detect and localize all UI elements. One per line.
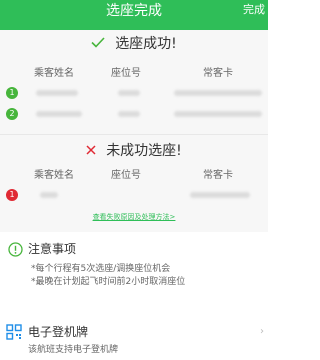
success-table-header: 乘客姓名 座位号 常客卡	[0, 67, 268, 81]
table-row: 2	[0, 107, 268, 121]
notes-line: *每个行程有5次选座/调换座位机会	[31, 264, 171, 274]
card-number-redacted	[190, 192, 250, 198]
info-circle-icon	[8, 242, 23, 257]
failure-reason-link[interactable]: 查看失败原因及处理方法>	[0, 212, 268, 222]
section-divider	[0, 134, 268, 135]
done-button[interactable]: 完成	[243, 1, 265, 19]
cross-icon	[86, 140, 96, 162]
chevron-right-icon: ›	[260, 326, 264, 337]
column-frequent-flyer-card: 常客卡	[203, 68, 233, 79]
notes-title: 注意事项	[28, 242, 77, 256]
failure-table-header: 乘客姓名 座位号 常客卡	[0, 169, 268, 183]
table-row: 1	[0, 86, 268, 100]
failure-title: 未成功选座!	[106, 143, 182, 159]
card-number-redacted	[174, 90, 262, 96]
result-panel: 选座成功! 乘客姓名 座位号 常客卡 1 2 未成功选座! 乘客姓名 座位号 常…	[0, 30, 268, 330]
check-icon	[91, 33, 105, 55]
card-number-redacted	[174, 111, 262, 117]
column-frequent-flyer-card: 常客卡	[203, 170, 233, 181]
passenger-name-redacted	[36, 90, 78, 96]
page-title: 选座完成	[106, 3, 162, 19]
passenger-name-redacted	[36, 111, 82, 117]
seat-number-redacted	[118, 111, 140, 117]
passenger-name-redacted	[40, 192, 58, 198]
failure-heading: 未成功选座!	[0, 140, 268, 162]
success-heading: 选座成功!	[0, 33, 268, 55]
column-seat-number: 座位号	[111, 68, 141, 79]
table-row: 1	[0, 188, 268, 202]
row-index-badge: 1	[6, 87, 18, 99]
notes-line: *最晚在计划起飞时间前2小时取消座位	[31, 277, 186, 287]
row-index-badge: 1	[6, 189, 18, 201]
row-index-badge: 2	[6, 108, 18, 120]
column-seat-number: 座位号	[111, 170, 141, 181]
qr-code-icon	[6, 324, 22, 340]
column-passenger-name: 乘客姓名	[34, 68, 74, 79]
app-header: 选座完成 完成	[0, 0, 268, 30]
seat-number-redacted	[118, 90, 140, 96]
boarding-pass-title: 电子登机牌	[28, 325, 89, 339]
success-title: 选座成功!	[115, 36, 177, 52]
boarding-pass-subtitle: 该航班支持电子登机牌	[28, 345, 119, 355]
column-passenger-name: 乘客姓名	[34, 170, 74, 181]
boarding-pass-entry[interactable]: 电子登机牌 该航班支持电子登机牌 ›	[0, 310, 268, 360]
